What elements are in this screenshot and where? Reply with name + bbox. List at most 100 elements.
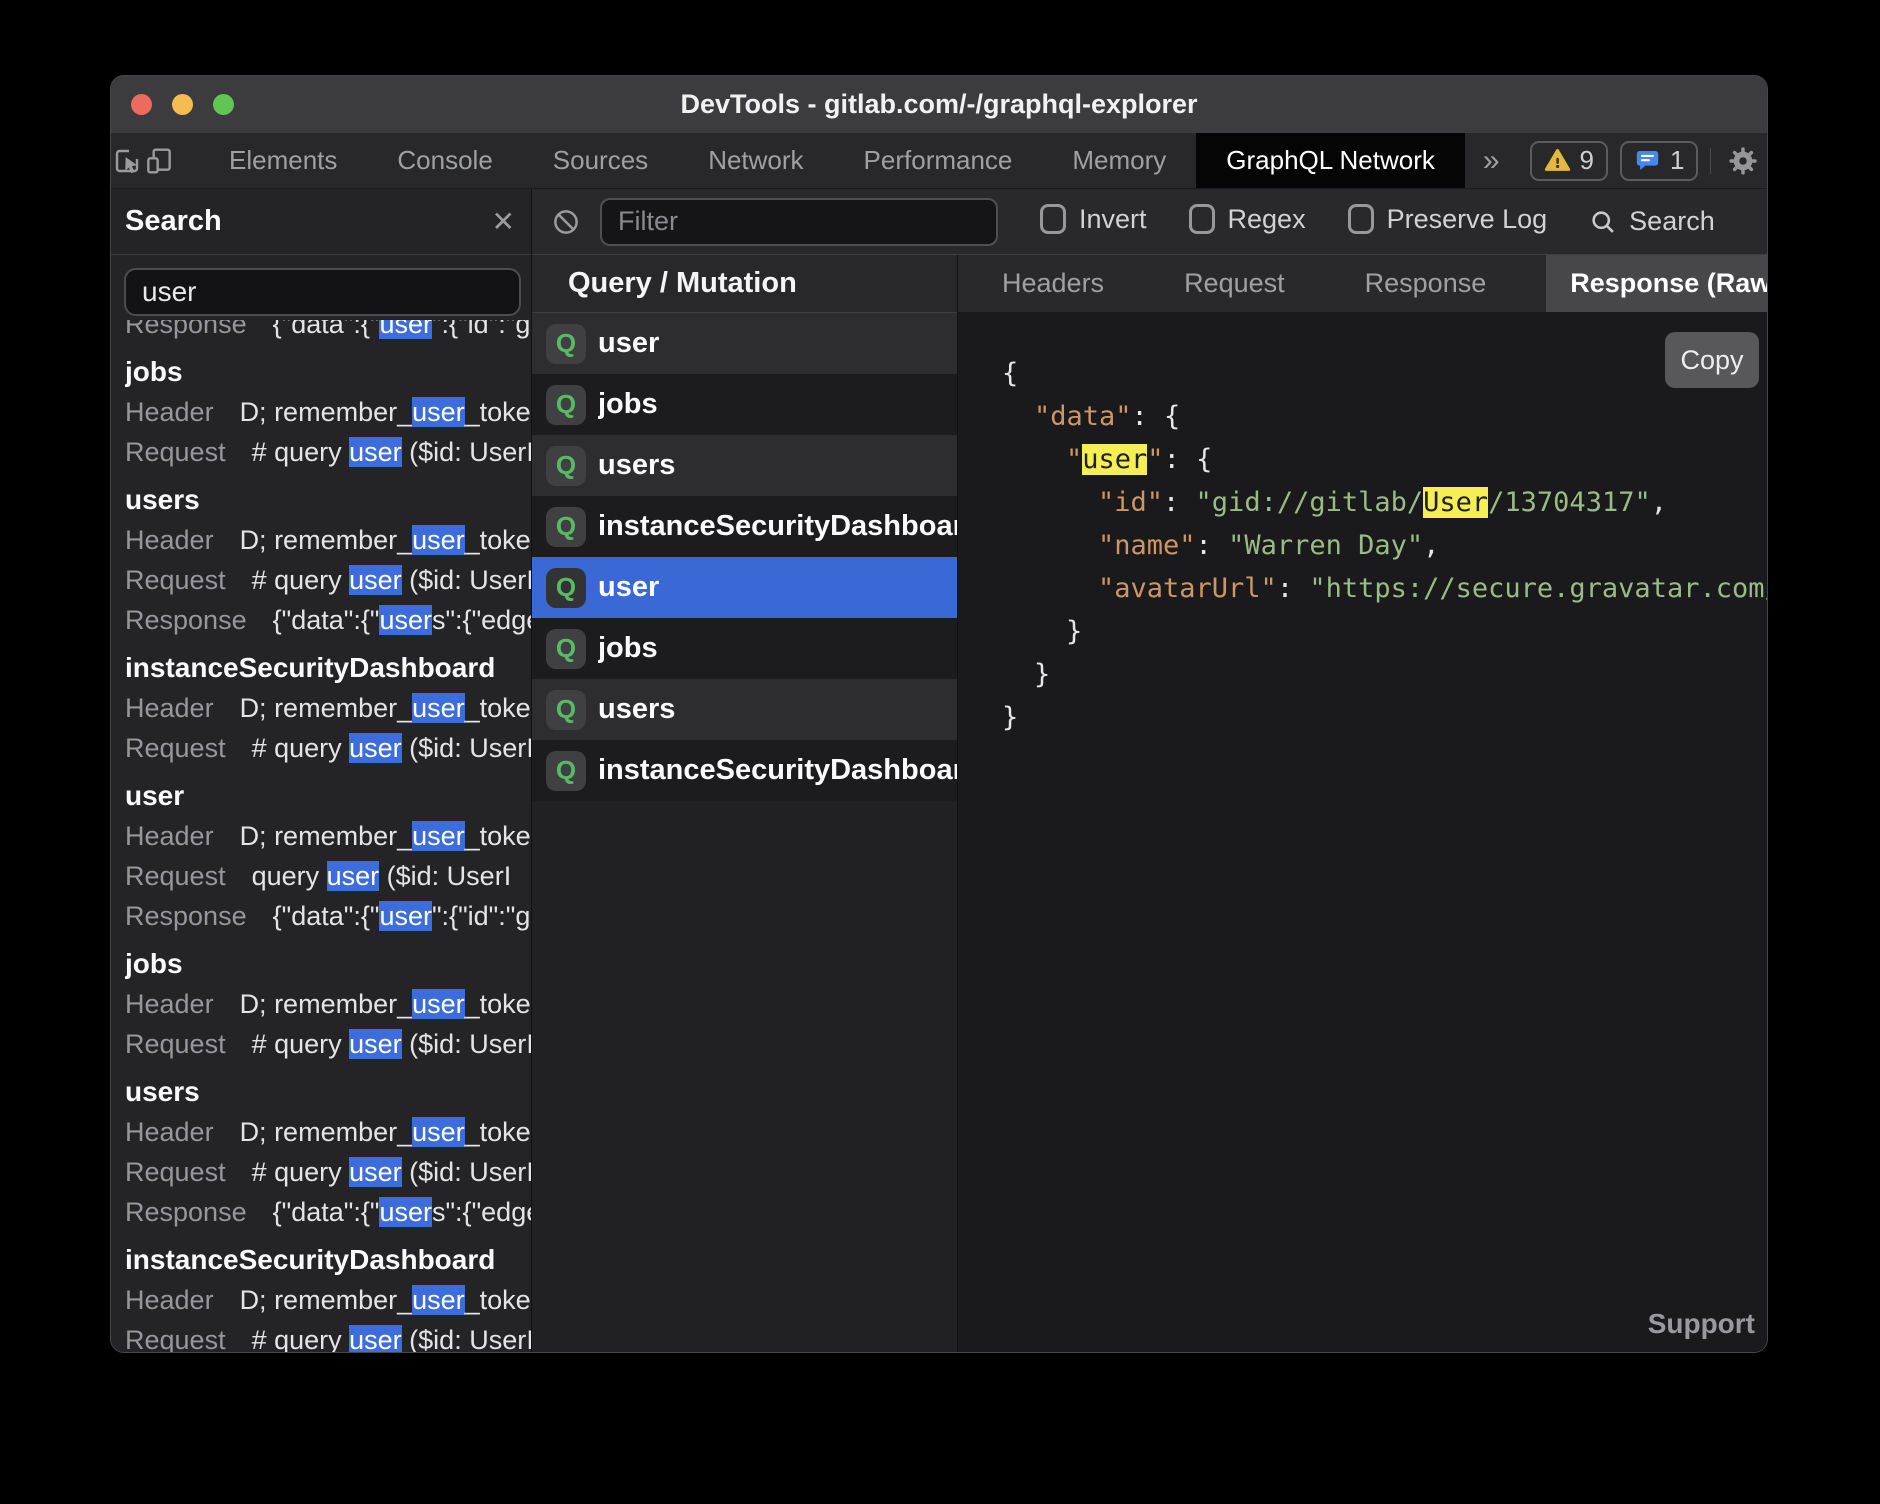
json-token: "gid://gitlab/ (1196, 487, 1424, 518)
search-result-text: # query (252, 565, 350, 595)
search-result-line[interactable]: Request# query user ($id: UserI (125, 730, 531, 766)
search-result-field-label: Request (125, 437, 226, 467)
device-toolbar-icon[interactable] (143, 139, 175, 183)
query-list-item-user[interactable]: Quser (532, 557, 957, 618)
devtools-tab-network[interactable]: Network (678, 133, 833, 188)
search-result-line[interactable]: Requestquery user ($id: UserI (125, 858, 531, 894)
search-result-text: ":{"id":"gid (432, 901, 531, 931)
search-panel: Search ✕ Response{"data":{"user":{"id":"… (111, 189, 532, 1352)
messages-badge[interactable]: 1 (1620, 141, 1698, 181)
detail-panel: HeadersRequestResponseResponse (Raw) ✕ C… (958, 255, 1767, 1352)
checkbox-invert-box[interactable] (1040, 204, 1066, 234)
search-result-line[interactable]: Response{"data":{"users":{"edges (125, 1194, 531, 1230)
search-result-line[interactable]: Request# query user ($id: UserI (125, 562, 531, 598)
search-result-line[interactable]: HeaderD; remember_user_token=e (125, 1114, 531, 1150)
search-result-section-title: instanceSecurityDashboard (125, 650, 531, 686)
toolbar-right: 9 1 (1518, 141, 1768, 181)
query-list-item-users[interactable]: Qusers (532, 435, 957, 496)
inspect-element-icon[interactable] (111, 139, 143, 183)
filter-search[interactable]: Search (1589, 206, 1715, 237)
support-link[interactable]: Support (1648, 1308, 1755, 1340)
more-tabs-icon[interactable]: » (1465, 144, 1518, 178)
detail-tab-request[interactable]: Request (1164, 255, 1305, 312)
search-result-text: # query (252, 733, 350, 763)
detail-tab-response[interactable]: Response (1345, 255, 1507, 312)
close-window-button[interactable] (131, 94, 152, 115)
checkbox-preserve-log[interactable]: Preserve Log (1348, 204, 1548, 235)
devtools-tab-memory[interactable]: Memory (1042, 133, 1196, 188)
checkbox-preserve-log-box[interactable] (1348, 204, 1374, 234)
search-result-field-label: Response (125, 320, 247, 339)
search-result-text: ($id: UserI (402, 733, 531, 763)
search-result-line[interactable]: HeaderD; remember_user_token=e (125, 690, 531, 726)
query-list-panel: Query / Mutation QuserQjobsQusersQinstan… (532, 255, 958, 1352)
search-input[interactable] (124, 268, 521, 316)
desktop-background: DevTools - gitlab.com/-/graphql-explorer… (0, 0, 1880, 1504)
search-result-line[interactable]: Request# query user ($id: UserI (125, 1154, 531, 1190)
devtools-tab-graphql-network[interactable]: GraphQL Network (1196, 133, 1465, 188)
query-type-badge: Q (546, 751, 586, 791)
search-panel-title: Search (125, 205, 222, 238)
filter-input[interactable] (600, 198, 998, 246)
search-result-line[interactable]: HeaderD; remember_user_token=e (125, 818, 531, 854)
search-match-highlight: user (412, 1285, 465, 1315)
json-line: } (1002, 696, 1767, 739)
json-token: : (1163, 487, 1196, 518)
query-list-item-jobs[interactable]: Qjobs (532, 374, 957, 435)
copy-button[interactable]: Copy (1665, 332, 1759, 388)
json-token: : { (1164, 444, 1213, 475)
warnings-badge[interactable]: 9 (1530, 141, 1608, 181)
query-list-item-jobs[interactable]: Qjobs (532, 618, 957, 679)
search-result-line[interactable]: Request# query user ($id: UserI (125, 434, 531, 470)
search-result-line[interactable]: HeaderD; remember_user_token=e (125, 986, 531, 1022)
checkbox-regex[interactable]: Regex (1189, 204, 1306, 235)
search-result-line[interactable]: Response{"data":{"user":{"id":"gid (125, 898, 531, 934)
devtools-tab-elements[interactable]: Elements (199, 133, 367, 188)
search-result-section-title: users (125, 1074, 531, 1110)
search-result-field-label: Response (125, 605, 247, 635)
query-list-item-instancesecuritydashboard[interactable]: QinstanceSecurityDashboard (532, 496, 957, 557)
warning-icon (1544, 147, 1571, 174)
search-panel-close-icon[interactable]: ✕ (492, 205, 515, 238)
devtools-tab-performance[interactable]: Performance (834, 133, 1043, 188)
network-filter-bar: Invert Regex Preserve Log Search (532, 189, 1767, 255)
search-result-line[interactable]: Request# query user ($id: UserI (125, 1322, 531, 1352)
json-line: } (1002, 653, 1767, 696)
json-token: } (1066, 616, 1082, 647)
search-result-text: _token=e (465, 989, 531, 1019)
detail-tab-response-raw[interactable]: Response (Raw) (1546, 255, 1768, 312)
minimize-window-button[interactable] (172, 94, 193, 115)
search-result-text: ($id: UserI (402, 565, 531, 595)
query-list-item-instancesecuritydashboard[interactable]: QinstanceSecurityDashboard (532, 740, 957, 801)
query-list-item-users[interactable]: Qusers (532, 679, 957, 740)
search-result-line[interactable]: HeaderD; remember_user_token=e (125, 522, 531, 558)
search-result-line[interactable]: HeaderD; remember_user_token=e (125, 1282, 531, 1318)
search-result-line[interactable]: HeaderD; remember_user_token=e (125, 394, 531, 430)
detail-tab-headers[interactable]: Headers (982, 255, 1124, 312)
json-line: } (1002, 610, 1767, 653)
checkbox-invert[interactable]: Invert (1040, 204, 1147, 235)
json-token: "id" (1098, 487, 1163, 518)
settings-gear-icon[interactable] (1723, 141, 1763, 181)
search-result-text: {"data":{" (273, 605, 380, 635)
search-match-highlight: user (349, 1325, 402, 1352)
devtools-tab-console[interactable]: Console (367, 133, 522, 188)
json-line: "avatarUrl": "https://secure.gravatar.co… (1002, 567, 1767, 610)
search-result-line[interactable]: Request# query user ($id: UserI (125, 1026, 531, 1062)
block-requests-icon[interactable] (544, 200, 588, 244)
devtools-tab-sources[interactable]: Sources (523, 133, 678, 188)
query-list-item-user[interactable]: Quser (532, 313, 957, 374)
search-results-list: Response{"data":{"user":{"id":"gidjobsHe… (111, 320, 531, 1352)
checkbox-regex-box[interactable] (1189, 204, 1215, 234)
search-result-text: D; remember_ (240, 693, 413, 723)
query-list-item-label: instanceSecurityDashboard (598, 754, 957, 787)
search-result-text: _token=e (465, 693, 531, 723)
search-match-highlight: user (412, 525, 465, 555)
maximize-window-button[interactable] (213, 94, 234, 115)
checkbox-invert-label: Invert (1079, 204, 1147, 235)
devtools-window: DevTools - gitlab.com/-/graphql-explorer… (110, 75, 1768, 1353)
search-result-line[interactable]: Response{"data":{"user":{"id":"gid (125, 320, 531, 342)
search-result-line[interactable]: Response{"data":{"users":{"edges (125, 602, 531, 638)
search-result-text: ":{"id":"gid (432, 320, 531, 339)
kebab-menu-icon[interactable]: ⋮ (1763, 141, 1768, 181)
